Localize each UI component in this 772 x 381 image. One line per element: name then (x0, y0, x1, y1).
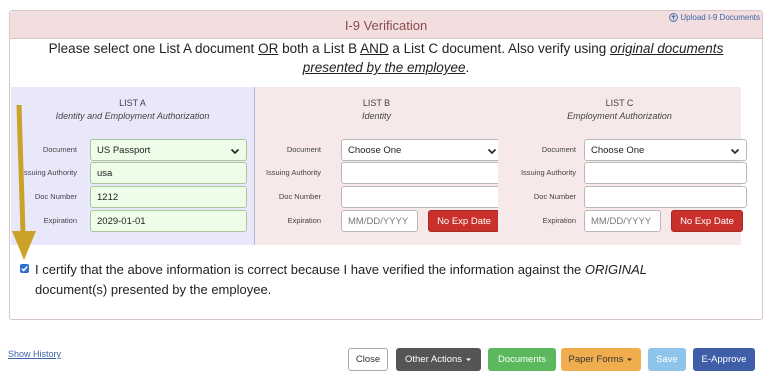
chevron-down-icon (487, 148, 497, 155)
list-c-no-exp-date-button[interactable]: No Exp Date (671, 210, 743, 232)
list-c-issuing-label: Issuing Authority (520, 168, 576, 177)
list-b-docnum-label: Doc Number (278, 192, 321, 201)
checkmark-icon (21, 265, 28, 272)
other-actions-button[interactable]: Other Actions (396, 348, 481, 371)
list-b-issuing-label: Issuing Authority (265, 168, 321, 177)
certify-checkbox[interactable] (20, 264, 29, 273)
list-a-expiration-input[interactable]: 2029-01-01 (90, 210, 247, 232)
list-c-docnum-label: Doc Number (533, 192, 576, 201)
show-history-link[interactable]: Show History (8, 349, 61, 359)
list-c-issuing-input[interactable] (584, 162, 747, 184)
certify-text: I certify that the above information is … (35, 262, 648, 297)
list-b-no-exp-date-button[interactable]: No Exp Date (428, 210, 500, 232)
chevron-down-icon (230, 148, 240, 155)
panel-title: I-9 Verification (344, 18, 428, 33)
list-b-column: LIST B Identity Document Choose One Issu… (255, 87, 504, 245)
list-c-docnum-input[interactable] (584, 186, 747, 208)
list-a-column: LIST A Identity and Employment Authoriza… (11, 87, 255, 245)
list-b-document-select[interactable]: Choose One (341, 139, 504, 161)
list-c-document-select[interactable]: Choose One (584, 139, 747, 161)
list-c-expiration-label: Expiration (542, 216, 576, 225)
list-a-header: LIST A Identity and Employment Authoriza… (55, 98, 210, 121)
list-a-docnum-input[interactable]: 1212 (90, 186, 247, 208)
upload-icon (669, 13, 679, 22)
documents-button[interactable]: Documents (488, 348, 556, 371)
list-c-header: LIST C Employment Authorization (567, 98, 672, 121)
list-b-expiration-input[interactable]: MM/DD/YYYY (341, 210, 418, 232)
annotation-arrow-icon (12, 105, 36, 260)
list-c-document-label: Document (541, 145, 576, 154)
list-b-document-label: Document (286, 145, 321, 154)
save-button[interactable]: Save (648, 348, 686, 371)
list-c-column: LIST C Employment Authorization Document… (498, 87, 747, 245)
e-approve-button[interactable]: E-Approve (693, 348, 755, 371)
chevron-down-icon (730, 148, 740, 155)
caret-down-icon (627, 358, 633, 361)
list-a-issuing-input[interactable]: usa (90, 162, 247, 184)
upload-documents-link[interactable]: Upload I-9 Documents (669, 13, 760, 22)
list-b-docnum-input[interactable] (341, 186, 504, 208)
paper-forms-button[interactable]: Paper Forms (561, 348, 641, 371)
upload-link-label: Upload I-9 Documents (680, 13, 760, 22)
list-b-expiration-label: Expiration (287, 216, 321, 225)
close-button[interactable]: Close (348, 348, 388, 371)
list-c-expiration-input[interactable]: MM/DD/YYYY (584, 210, 661, 232)
list-b-issuing-input[interactable] (341, 162, 504, 184)
panel-header: I-9 Verification Upload I-9 Documents (10, 11, 762, 39)
list-b-header: LIST B Identity (361, 98, 392, 121)
caret-down-icon (466, 358, 472, 361)
list-a-document-select[interactable]: US Passport (90, 139, 247, 161)
instructions-text: Please select one List A document OR bot… (48, 41, 724, 75)
